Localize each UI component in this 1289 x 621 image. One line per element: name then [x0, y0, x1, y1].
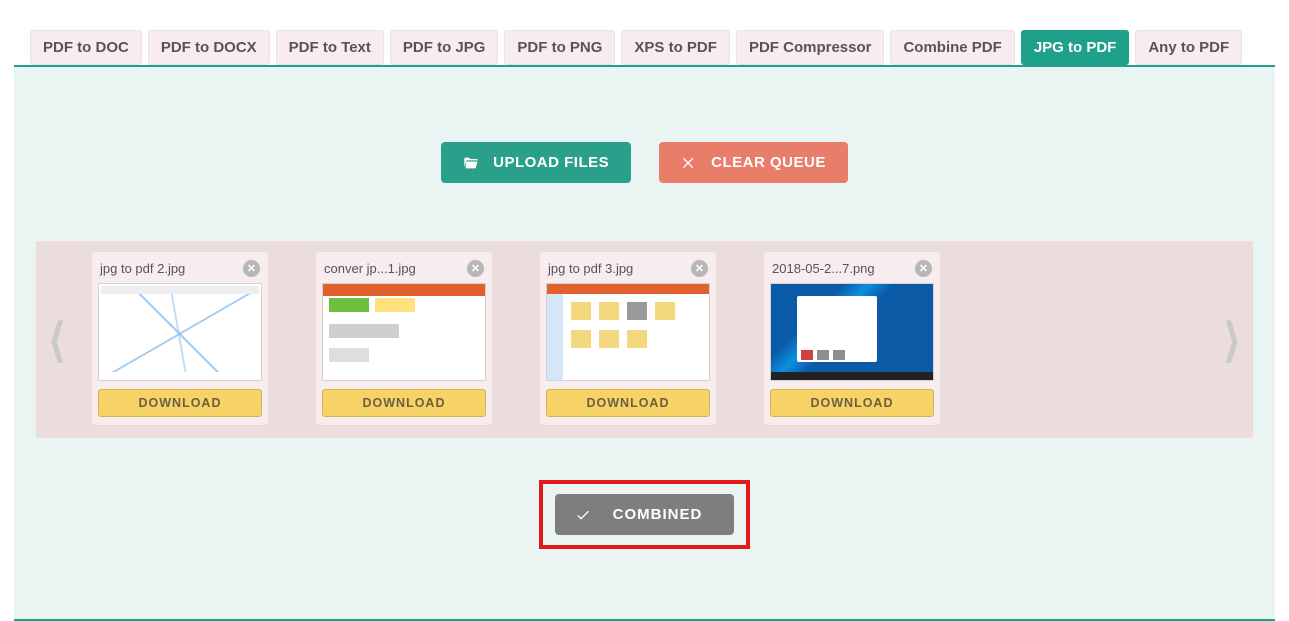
file-name: 2018-05-2...7.png — [772, 261, 875, 276]
file-card-list: jpg to pdf 2.jpg✕DOWNLOADconver jp...1.j… — [91, 251, 1198, 426]
remove-file-icon[interactable]: ✕ — [691, 260, 708, 277]
remove-file-icon[interactable]: ✕ — [243, 260, 260, 277]
file-thumbnail — [770, 283, 934, 381]
file-card-header: jpg to pdf 3.jpg ✕ — [546, 258, 710, 283]
check-icon — [575, 507, 591, 523]
tab-jpg-to-pdf[interactable]: JPG to PDF — [1021, 30, 1130, 65]
tab-pdf-to-jpg[interactable]: PDF to JPG — [390, 30, 499, 65]
file-card-header: 2018-05-2...7.png ✕ — [770, 258, 934, 283]
folder-open-icon — [463, 155, 479, 171]
tab-xps-to-pdf[interactable]: XPS to PDF — [621, 30, 730, 65]
file-thumbnail — [546, 283, 710, 381]
combined-button[interactable]: COMBINED — [555, 494, 735, 535]
carousel-prev-arrow[interactable]: ⟨ — [48, 313, 66, 367]
download-button[interactable]: DOWNLOAD — [322, 389, 486, 417]
remove-file-icon[interactable]: ✕ — [915, 260, 932, 277]
tab-combine-pdf[interactable]: Combine PDF — [890, 30, 1014, 65]
file-name: jpg to pdf 3.jpg — [548, 261, 633, 276]
tab-pdf-to-doc[interactable]: PDF to DOC — [30, 30, 142, 65]
tab-pdf-to-text[interactable]: PDF to Text — [276, 30, 384, 65]
clear-queue-label: CLEAR QUEUE — [711, 154, 826, 171]
file-thumbnail — [98, 283, 262, 381]
main-panel: UPLOAD FILES CLEAR QUEUE ⟨ ⟩ jpg to pdf … — [14, 65, 1275, 621]
upload-files-label: UPLOAD FILES — [493, 154, 609, 171]
tab-any-to-pdf[interactable]: Any to PDF — [1135, 30, 1242, 65]
download-button[interactable]: DOWNLOAD — [770, 389, 934, 417]
close-icon — [681, 155, 697, 171]
combined-callout: COMBINED — [539, 480, 751, 549]
upload-files-button[interactable]: UPLOAD FILES — [441, 142, 631, 183]
combined-highlight-box: COMBINED — [14, 480, 1275, 549]
file-card-header: conver jp...1.jpg ✕ — [322, 258, 486, 283]
download-button[interactable]: DOWNLOAD — [546, 389, 710, 417]
combined-label: COMBINED — [613, 506, 703, 523]
file-thumbnail — [322, 283, 486, 381]
file-card: jpg to pdf 2.jpg ✕ DOWNLOAD — [91, 251, 269, 426]
file-name: jpg to pdf 2.jpg — [100, 261, 185, 276]
remove-file-icon[interactable]: ✕ — [467, 260, 484, 277]
file-card: conver jp...1.jpg ✕ DOWNLOAD — [315, 251, 493, 426]
tab-pdf-to-png[interactable]: PDF to PNG — [504, 30, 615, 65]
file-card: 2018-05-2...7.png ✕ DOWNLOAD — [763, 251, 941, 426]
conversion-tabs: PDF to DOCPDF to DOCXPDF to TextPDF to J… — [0, 30, 1289, 65]
file-name: conver jp...1.jpg — [324, 261, 416, 276]
file-card: jpg to pdf 3.jpg ✕ DOWNLOAD — [539, 251, 717, 426]
download-button[interactable]: DOWNLOAD — [98, 389, 262, 417]
clear-queue-button[interactable]: CLEAR QUEUE — [659, 142, 848, 183]
file-carousel: ⟨ ⟩ jpg to pdf 2.jpg✕DOWNLOADconver jp..… — [36, 241, 1253, 438]
action-row: UPLOAD FILES CLEAR QUEUE — [14, 142, 1275, 183]
carousel-next-arrow[interactable]: ⟩ — [1223, 313, 1241, 367]
tab-pdf-compressor[interactable]: PDF Compressor — [736, 30, 885, 65]
file-card-header: jpg to pdf 2.jpg ✕ — [98, 258, 262, 283]
tab-pdf-to-docx[interactable]: PDF to DOCX — [148, 30, 270, 65]
